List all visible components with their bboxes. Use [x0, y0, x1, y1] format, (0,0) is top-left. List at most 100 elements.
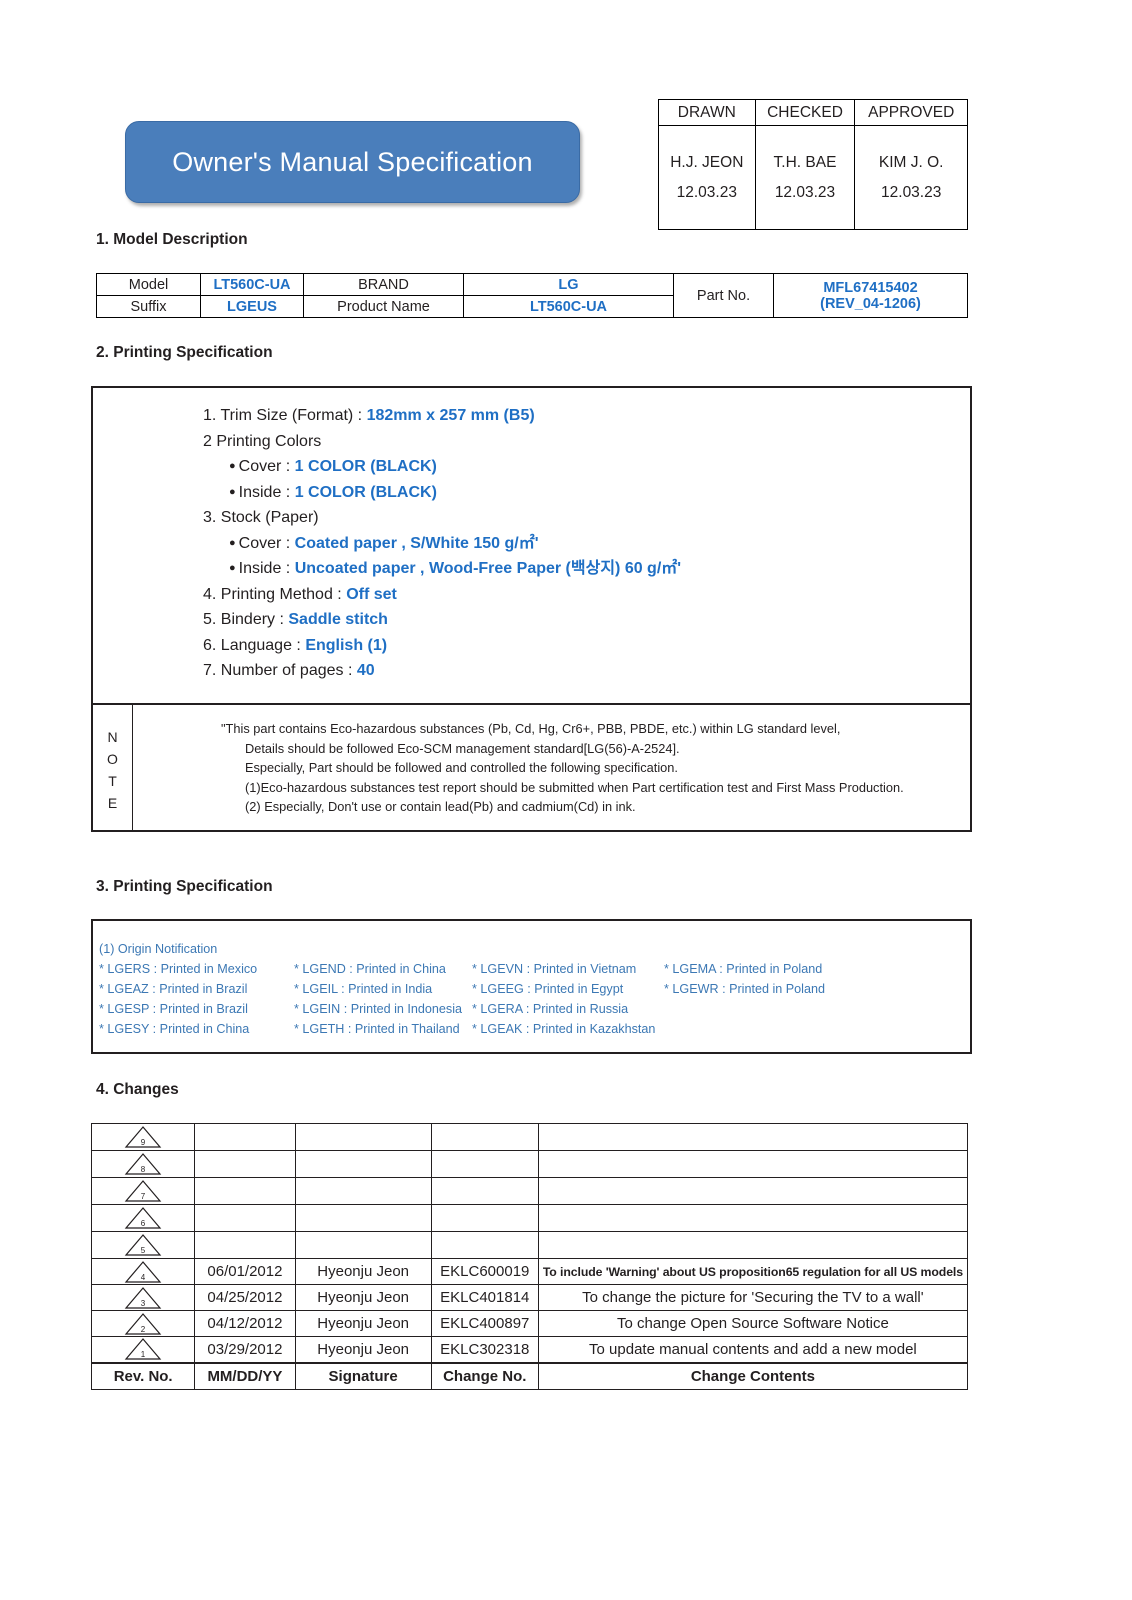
model-description-table: Model LT560C-UA BRAND LG Part No. MFL674…: [96, 273, 968, 318]
origin-code: * LGEWR : Printed in Poland: [664, 982, 825, 996]
changes-change-no-cell: [430, 1150, 539, 1178]
spec-trim-size-value: 182mm x 257 mm (B5): [366, 407, 535, 424]
bullet-icon: ●: [229, 485, 236, 498]
spec-cover-stock: ● Cover : Coated paper , S/White 150 g/㎡': [203, 531, 681, 557]
changes-date-cell: [194, 1177, 296, 1205]
approval-header-approved: APPROVED: [854, 99, 968, 126]
approval-approved-name: KIM J. O.: [878, 154, 944, 172]
changes-contents-cell: To include 'Warning' about US propositio…: [537, 1258, 969, 1285]
approval-checked-name: T.H. BAE: [773, 154, 837, 172]
changes-change-no-cell: EKLC302318: [430, 1336, 539, 1363]
revision-triangle-icon: 9: [123, 1125, 163, 1149]
origin-code: * LGEIN : Printed in Indonesia: [294, 1002, 463, 1016]
table-row: 6: [90, 1204, 969, 1232]
changes-contents-cell: [537, 1231, 969, 1259]
table-row: 1 03/29/2012 Hyeonju Jeon EKLC302318 To upda…: [90, 1336, 969, 1363]
spec-language-value: English (1): [305, 636, 388, 654]
origin-code: * LGEIL : Printed in India: [294, 982, 433, 996]
origin-row: * LGESP : Printed in Brazil * LGEIN : Pri…: [99, 999, 970, 1019]
changes-change-no-cell: [430, 1177, 539, 1205]
approval-header-row: DRAWN CHECKED APPROVED: [658, 99, 968, 126]
changes-signature-cell: Hyeonju Jeon: [294, 1284, 432, 1311]
origin-code: * LGEEG : Printed in Egypt: [472, 982, 624, 996]
table-row: 2 04/12/2012 Hyeonju Jeon EKLC400897 To chan…: [90, 1310, 969, 1337]
approval-cell-approved: KIM J. O. 12.03.23: [854, 125, 968, 230]
spec-inside-color-value: 1 COLOR (BLACK): [294, 483, 437, 501]
revision-triangle-icon: 5: [123, 1233, 163, 1257]
note-letter-o: O: [107, 750, 118, 767]
svg-text:7: 7: [141, 1192, 146, 1201]
approval-drawn-name: H.J. JEON: [670, 154, 744, 172]
changes-date-cell: 06/01/2012: [194, 1258, 296, 1285]
spec-language: 6. Language : English (1): [203, 633, 681, 659]
svg-text:6: 6: [141, 1219, 146, 1228]
spec-trim-size: 1. Trim Size (Format) : 182mm x 257 mm (…: [203, 403, 681, 429]
changes-contents-cell: [537, 1150, 969, 1178]
changes-date-cell: [194, 1204, 296, 1232]
origin-code: * LGEAZ : Printed in Brazil: [99, 982, 248, 996]
revision-triangle-icon: 1: [123, 1338, 163, 1362]
spec-language-label: 6. Language :: [203, 636, 306, 654]
part-no-label: Part No.: [673, 273, 774, 318]
svg-text:9: 9: [141, 1138, 146, 1147]
approval-body-row: H.J. JEON 12.03.23 T.H. BAE 12.03.23 KIM…: [658, 125, 968, 230]
spec-printing-method-label: 4. Printing Method :: [203, 585, 347, 603]
spec-cover-color-label: Cover :: [238, 458, 295, 475]
product-name-value: LT560C-UA: [463, 295, 674, 318]
changes-signature-cell: [294, 1204, 432, 1232]
changes-rev-no-cell: 4: [90, 1258, 196, 1285]
changes-rev-no-cell: 1: [90, 1336, 196, 1363]
suffix-label: Suffix: [96, 295, 201, 318]
printing-specification-box: 1. Trim Size (Format) : 182mm x 257 mm (…: [91, 386, 972, 832]
changes-signature-cell: Hyeonju Jeon: [294, 1336, 432, 1363]
spec-number-of-pages: 7. Number of pages : 40: [203, 658, 681, 684]
changes-date-cell: 04/12/2012: [194, 1310, 296, 1337]
changes-contents-cell: [537, 1177, 969, 1205]
changes-contents-cell: To change the picture for 'Securing the …: [537, 1284, 969, 1311]
spec-inside-color: ● Inside : 1 COLOR (BLACK): [203, 480, 681, 506]
note-line: Details should be followed Eco-SCM manag…: [245, 740, 680, 756]
approval-drawn-date: 12.03.23: [676, 183, 737, 201]
changes-contents-cell: To change Open Source Software Notice: [537, 1310, 969, 1337]
changes-header-row: Rev. No. MM/DD/YY Signature Change No. C…: [90, 1362, 969, 1390]
approval-cell-drawn: H.J. JEON 12.03.23: [658, 125, 756, 230]
suffix-value: LGEUS: [200, 295, 304, 318]
origin-code: * LGEND : Printed in China: [294, 962, 446, 976]
changes-signature-cell: [294, 1177, 432, 1205]
origin-code: * LGERA : Printed in Russia: [472, 1002, 629, 1016]
model-label: Model: [96, 273, 201, 296]
note-block: N O T E "This part contains Eco-hazardou…: [93, 703, 970, 832]
part-no-line1: MFL67415402: [823, 279, 918, 296]
model-table-row: Model LT560C-UA BRAND LG Part No. MFL674…: [96, 273, 968, 318]
bullet-icon: ●: [229, 460, 236, 473]
model-value: LT560C-UA: [200, 273, 304, 296]
section-heading-changes: 4. Changes: [96, 1081, 179, 1098]
brand-label: BRAND: [303, 273, 464, 296]
bullet-icon: ●: [229, 562, 236, 575]
table-row: 9: [90, 1123, 969, 1151]
changes-change-no-cell: EKLC401814: [430, 1284, 539, 1311]
note-line: Especially, Part should be followed and …: [245, 760, 678, 775]
spec-inside-stock: ● Inside : Uncoated paper , Wood-Free Pap…: [203, 556, 681, 582]
changes-date-cell: [194, 1123, 296, 1151]
changes-signature-cell: [294, 1150, 432, 1178]
changes-rev-no-cell: 6: [90, 1204, 196, 1232]
changes-change-no-cell: EKLC400897: [430, 1310, 539, 1337]
changes-date-cell: 04/25/2012: [194, 1284, 296, 1311]
spec-bindery-value: Saddle stitch: [288, 611, 388, 629]
origin-row: * LGEAZ : Printed in Brazil * LGEIL : Pri…: [99, 979, 970, 999]
note-label: N O T E: [93, 705, 133, 832]
table-row: 8: [90, 1150, 969, 1178]
changes-date-cell: [194, 1231, 296, 1259]
revision-triangle-icon: 4: [123, 1260, 163, 1284]
changes-signature-cell: Hyeonju Jeon: [294, 1258, 432, 1285]
specification-page: Owner's Manual Specification DRAWN CHECK…: [0, 0, 1132, 1600]
spec-number-of-pages-value: 40: [356, 662, 375, 680]
part-no-value: MFL67415402 (REV_04-1206): [773, 273, 968, 318]
svg-text:4: 4: [141, 1273, 146, 1282]
changes-date-cell: [194, 1150, 296, 1178]
changes-rev-no-cell: 7: [90, 1177, 196, 1205]
changes-rev-no-cell: 2: [90, 1310, 196, 1337]
origin-code: * LGESY : Printed in China: [99, 1022, 250, 1036]
bullet-icon: ●: [229, 536, 236, 549]
